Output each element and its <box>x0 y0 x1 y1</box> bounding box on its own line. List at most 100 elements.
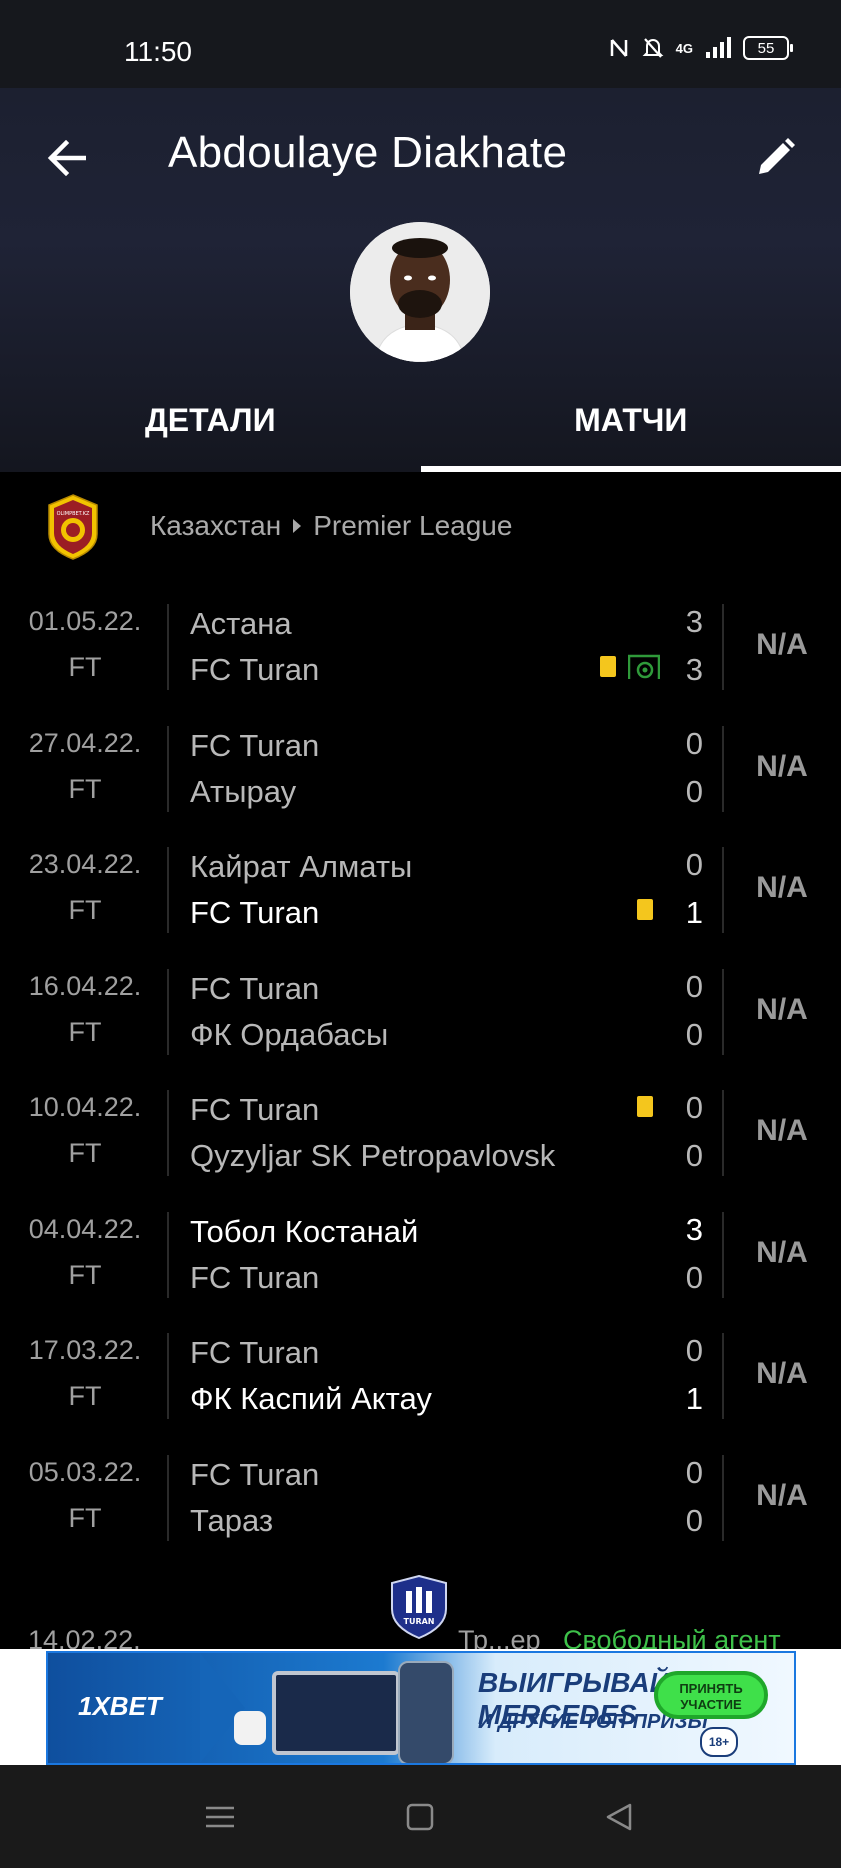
back-button[interactable] <box>40 132 92 184</box>
transfer-row[interactable]: TURAN 14.02.22. Тр...ер Свободный агент <box>0 1565 841 1655</box>
divider <box>722 847 724 933</box>
chevron-right-icon <box>200 1653 245 1763</box>
league-country: Казахстан <box>150 510 282 541</box>
away-team: ФК Ордабасы <box>190 1016 389 1052</box>
match-rating: N/A <box>756 1357 808 1390</box>
match-date: 05.03.22. <box>28 1456 142 1487</box>
ad-brand: 1XBET <box>78 1691 162 1721</box>
away-score: 1 <box>685 1381 703 1416</box>
league-header[interactable]: OLIMPBET.KZ Казахстан Premier League <box>0 472 841 582</box>
player-header: Abdoulaye Diakhate ДЕТАЛИ МАТЧИ <box>0 88 841 472</box>
match-date: 04.04.22. <box>28 1213 142 1244</box>
divider <box>167 1454 169 1541</box>
laptop-image <box>272 1671 400 1755</box>
home-team: Тобол Костанай <box>190 1213 419 1249</box>
status-time: 11:50 <box>124 36 192 67</box>
avatar-image <box>350 222 490 362</box>
club-logo: TURAN <box>391 1575 447 1639</box>
divider <box>167 968 169 1055</box>
away-team: Qyzyljar SK Petropavlovsk <box>190 1138 556 1173</box>
network-type: 4G <box>675 40 693 56</box>
match-row[interactable]: 17.03.22. FT FC Turan ФК Каспий Актау 0 … <box>0 1329 841 1451</box>
home-team: FC Turan <box>190 1092 320 1127</box>
match-rating: N/A <box>756 628 808 661</box>
match-row[interactable]: 23.04.22. FT Кайрат Алматы FC Turan 0 1 … <box>0 843 841 965</box>
yellow-card-icon <box>637 899 653 920</box>
away-team: FC Turan <box>190 652 320 687</box>
edit-button[interactable] <box>747 130 803 186</box>
status-bar: 11:50 4G 55 <box>0 0 841 88</box>
league-logo: OLIMPBET.KZ <box>48 494 98 560</box>
divider <box>722 1090 724 1176</box>
match-row[interactable]: 04.04.22. FT Тобол Костанай FC Turan 3 0… <box>0 1208 841 1330</box>
divider <box>167 1090 169 1176</box>
battery-level: 55 <box>757 39 775 57</box>
menu-icon[interactable] <box>202 1799 238 1835</box>
status-icons: 4G 55 <box>608 36 793 60</box>
match-row[interactable]: 01.05.22. FT Астана FC Turan 3 3 N/A <box>0 600 841 722</box>
match-status: FT <box>68 773 102 804</box>
signal-icon <box>706 37 731 58</box>
ad-creative[interactable]: 1XBET ВЫИГРЫВАЙ MERCEDES И ДРУГИЕ ТОП-ПР… <box>46 1651 796 1765</box>
bell-muted-icon <box>642 38 664 58</box>
match-status: FT <box>68 1381 102 1411</box>
league-logo-text: OLIMPBET.KZ <box>57 511 90 517</box>
divider <box>722 1454 724 1541</box>
match-list: 01.05.22. FT Астана FC Turan 3 3 N/A 27.… <box>0 600 841 1572</box>
away-score: 0 <box>685 773 703 809</box>
home-score: 0 <box>685 725 703 761</box>
divider <box>167 725 169 812</box>
home-score: 0 <box>685 1454 703 1490</box>
match-status: FT <box>68 1138 102 1168</box>
match-status: FT <box>68 1502 102 1533</box>
back-triangle-icon[interactable] <box>602 1799 638 1835</box>
system-nav-bar <box>0 1765 841 1868</box>
ad-cta-button[interactable]: ПРИНЯТЬ УЧАСТИЕ <box>654 1671 768 1719</box>
away-score: 0 <box>685 1138 703 1173</box>
earbuds-image <box>234 1711 266 1745</box>
match-row[interactable]: 10.04.22. FT FC Turan Qyzyljar SK Petrop… <box>0 1086 841 1208</box>
match-status: FT <box>68 1259 102 1290</box>
nfc-icon <box>610 39 627 57</box>
away-team: FC Turan <box>190 1259 320 1295</box>
match-status: FT <box>68 652 102 682</box>
match-date: 16.04.22. <box>28 970 142 1001</box>
yellow-card-icon <box>637 1096 653 1117</box>
away-team: ФК Каспий Актау <box>190 1381 432 1416</box>
away-score: 1 <box>685 895 703 930</box>
home-team: Кайрат Алматы <box>190 849 413 884</box>
divider <box>167 1333 169 1419</box>
divider <box>722 1333 724 1419</box>
ad-banner[interactable]: 1XBET ВЫИГРЫВАЙ MERCEDES И ДРУГИЕ ТОП-ПР… <box>0 1649 841 1765</box>
home-team: FC Turan <box>190 1456 320 1492</box>
match-rating: N/A <box>756 1114 808 1147</box>
match-row[interactable]: 16.04.22. FT FC Turan ФК Ордабасы 0 0 N/… <box>0 965 841 1087</box>
match-status: FT <box>68 1016 102 1047</box>
home-icon[interactable] <box>402 1799 438 1835</box>
away-team: Атырау <box>190 773 297 809</box>
tab-details[interactable]: ДЕТАЛИ <box>0 388 421 472</box>
divider <box>722 1211 724 1298</box>
match-row[interactable]: 05.03.22. FT FC Turan Тараз 0 0 N/A <box>0 1451 841 1573</box>
home-score: 3 <box>685 604 703 639</box>
home-team: FC Turan <box>190 1335 320 1370</box>
match-row[interactable]: 27.04.22. FT FC Turan Атырау 0 0 N/A <box>0 722 841 844</box>
match-date: 27.04.22. <box>28 727 142 758</box>
page-title: Abdoulaye Diakhate <box>168 128 568 177</box>
divider <box>722 604 724 690</box>
divider <box>167 1211 169 1298</box>
divider <box>167 847 169 933</box>
match-rating: N/A <box>756 749 808 783</box>
match-rating: N/A <box>756 1478 808 1512</box>
match-status: FT <box>68 895 102 925</box>
battery-icon: 55 <box>743 36 793 60</box>
away-team: Тараз <box>190 1502 274 1538</box>
club-logo-text: TURAN <box>404 1617 435 1626</box>
tab-matches[interactable]: МАТЧИ <box>420 388 841 472</box>
divider <box>167 604 169 690</box>
phone-image <box>398 1661 454 1763</box>
breadcrumb: Казахстан Premier League <box>150 510 512 542</box>
divider <box>722 725 724 812</box>
home-team: FC Turan <box>190 727 320 763</box>
tab-bar: ДЕТАЛИ МАТЧИ <box>0 388 841 472</box>
